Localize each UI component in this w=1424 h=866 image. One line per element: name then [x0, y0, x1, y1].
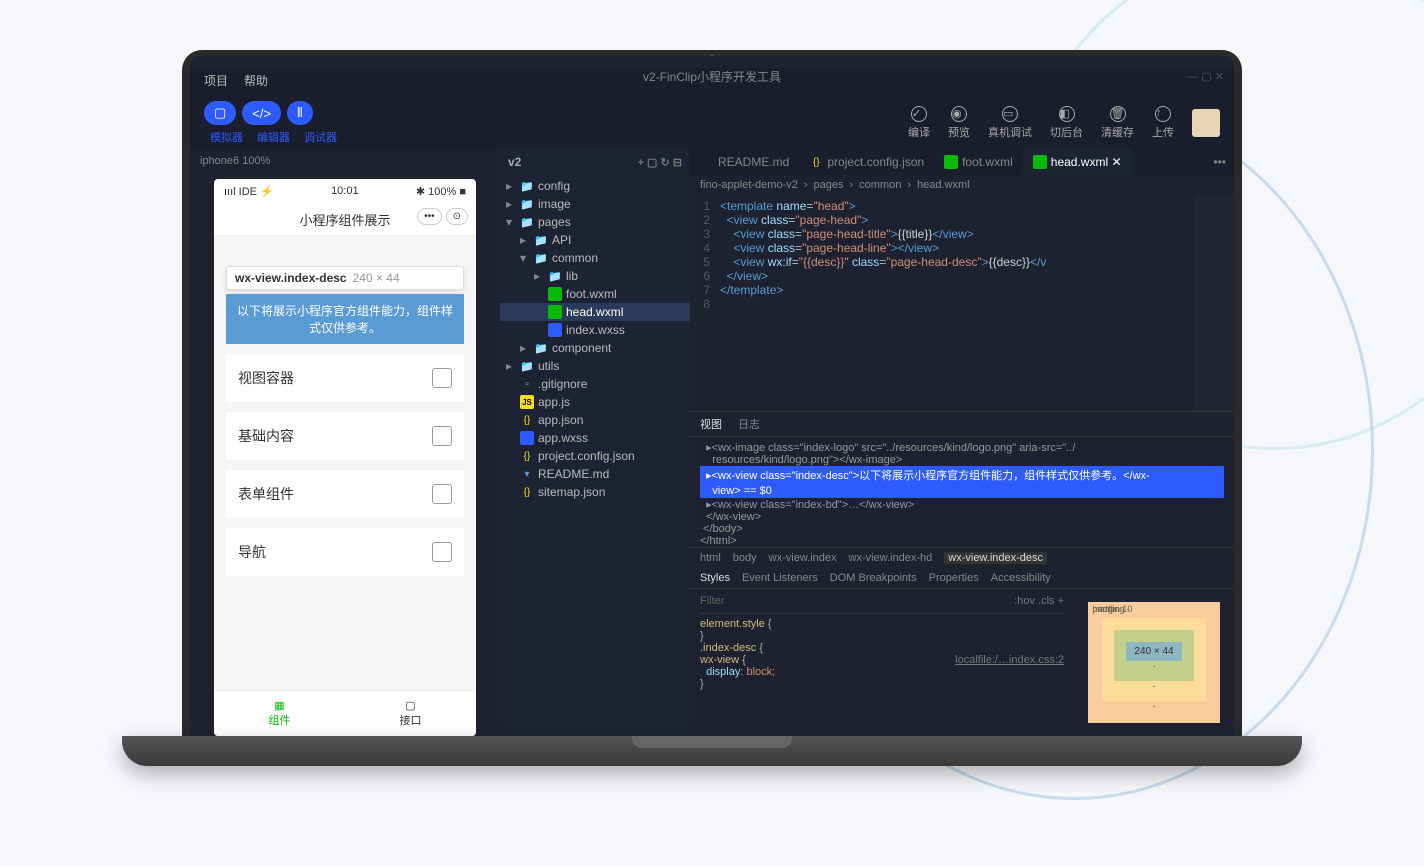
editor-tab[interactable]: foot.wxml [934, 149, 1023, 175]
simulator-pill[interactable]: ▢ [204, 101, 236, 125]
tree-item[interactable]: {}app.json [500, 411, 690, 429]
explorer-root[interactable]: v2 [508, 155, 521, 169]
file-explorer: v2 + ▢ ↻ ⊟ ▸config▸image▾pages▸API▾commo… [500, 149, 690, 736]
tree-item[interactable]: ▾common [500, 249, 690, 267]
filter-input[interactable]: Filter [700, 595, 724, 607]
sim-device-label: iphone6 100% [190, 149, 500, 173]
avatar[interactable] [1192, 109, 1220, 137]
devtools-subtabs: StylesEvent ListenersDOM BreakpointsProp… [690, 568, 1234, 589]
phone-title: 小程序组件展示 [299, 213, 390, 228]
real-debug-button[interactable]: ▭真机调试 [988, 106, 1032, 140]
breadcrumb: fino-applet-demo-v2 › pages › common › h… [690, 175, 1234, 195]
tree-item[interactable]: index.wxss [500, 321, 690, 339]
editor-tab[interactable]: head.wxml ✕ [1023, 149, 1132, 175]
tree-item[interactable]: ▸utils [500, 357, 690, 375]
editor-pane: README.md{}project.config.jsonfoot.wxmlh… [690, 149, 1234, 736]
tree-item[interactable]: ▸API [500, 231, 690, 249]
tree-item[interactable]: {}sitemap.json [500, 483, 690, 501]
tree-item[interactable]: ▸component [500, 339, 690, 357]
tree-item[interactable]: foot.wxml [500, 285, 690, 303]
highlighted-element[interactable]: 以下将展示小程序官方组件能力，组件样式仅供参考。 [226, 294, 464, 344]
switch-bg-button[interactable]: ◧切后台 [1050, 106, 1083, 140]
phone-list-item[interactable]: 导航 [226, 528, 464, 576]
phone-list-item[interactable]: 表单组件 [226, 470, 464, 518]
dom-inspector[interactable]: ▸<wx-image class="index-logo" src="../re… [690, 437, 1234, 547]
filter-controls[interactable]: :hov .cls + [1014, 595, 1064, 607]
phone-list-item[interactable]: 视图容器 [226, 354, 464, 402]
simulator-pane: iphone6 100% ıııl IDE ⚡ 10:01 ✱ 100% ■ 小… [190, 149, 500, 736]
tabs-more-icon[interactable]: ••• [1205, 155, 1234, 169]
ide-root: v2-FinClip小程序开发工具 — ▢ ✕ 项目 帮助 ▢ </> ⫴ [190, 68, 1234, 736]
clear-cache-button[interactable]: 🗑清缓存 [1101, 106, 1134, 140]
code-editor[interactable]: 1<template name="head">2 <view class="pa… [690, 195, 1234, 411]
toolbar: ▢ </> ⫴ 模拟器 编辑器 调试器 ✓编译 ◉预览 ▭真机调试 [190, 93, 1234, 149]
phone-tab-component[interactable]: ▦组件 [214, 691, 345, 736]
menu-help[interactable]: 帮助 [244, 72, 268, 89]
editor-label: 编辑器 [257, 129, 290, 145]
phone-preview: ıııl IDE ⚡ 10:01 ✱ 100% ■ 小程序组件展示 ••• ⊙ [214, 179, 476, 736]
phone-close-icon[interactable]: ⊙ [446, 208, 468, 225]
tree-item[interactable]: ▸image [500, 195, 690, 213]
tree-item[interactable]: ▾pages [500, 213, 690, 231]
tree-item[interactable]: ▸lib [500, 267, 690, 285]
minimap[interactable] [1194, 195, 1234, 411]
devtools-tab-log[interactable]: 日志 [738, 416, 760, 432]
simulator-label: 模拟器 [210, 129, 243, 145]
phone-battery: ✱ 100% ■ [416, 185, 466, 198]
debugger-pill[interactable]: ⫴ [287, 101, 312, 125]
phone-signal: ıııl IDE ⚡ [224, 185, 274, 198]
menu-project[interactable]: 项目 [204, 72, 228, 89]
devtools-tab-view[interactable]: 视图 [700, 416, 722, 432]
editor-tab[interactable]: {}project.config.json [799, 149, 934, 175]
tree-item[interactable]: JSapp.js [500, 393, 690, 411]
editor-tabs: README.md{}project.config.jsonfoot.wxmlh… [690, 149, 1234, 175]
laptop-frame: v2-FinClip小程序开发工具 — ▢ ✕ 项目 帮助 ▢ </> ⫴ [182, 50, 1242, 766]
editor-tab[interactable]: README.md [690, 149, 799, 175]
tree-item[interactable]: ▫.gitignore [500, 375, 690, 393]
box-model: margin 10 border - padding - 240 × 44 - … [1074, 589, 1234, 736]
window-controls[interactable]: — ▢ ✕ [1187, 70, 1224, 83]
tree-item[interactable]: {}project.config.json [500, 447, 690, 465]
tree-item[interactable]: ▸config [500, 177, 690, 195]
tree-item[interactable]: ▾README.md [500, 465, 690, 483]
editor-pill[interactable]: </> [242, 101, 281, 125]
menubar: 项目 帮助 [190, 68, 1234, 93]
upload-button[interactable]: ↑上传 [1152, 106, 1174, 140]
inspect-tooltip: wx-view.index-desc240 × 44 [226, 266, 464, 290]
tree-item[interactable]: app.wxss [500, 429, 690, 447]
phone-more-icon[interactable]: ••• [417, 208, 442, 225]
compile-button[interactable]: ✓编译 [908, 106, 930, 140]
styles-panel[interactable]: Filter :hov .cls + element.style {}.inde… [690, 589, 1074, 736]
devtools-breadcrumb: htmlbodywx-view.indexwx-view.index-hdwx-… [690, 547, 1234, 568]
devtools: 视图 日志 ▸<wx-image class="index-logo" src=… [690, 411, 1234, 736]
preview-button[interactable]: ◉预览 [948, 106, 970, 140]
phone-tab-api[interactable]: ▢接口 [345, 691, 476, 736]
phone-time: 10:01 [331, 185, 359, 198]
phone-list-item[interactable]: 基础内容 [226, 412, 464, 460]
tree-item[interactable]: head.wxml [500, 303, 690, 321]
debugger-label: 调试器 [304, 129, 337, 145]
